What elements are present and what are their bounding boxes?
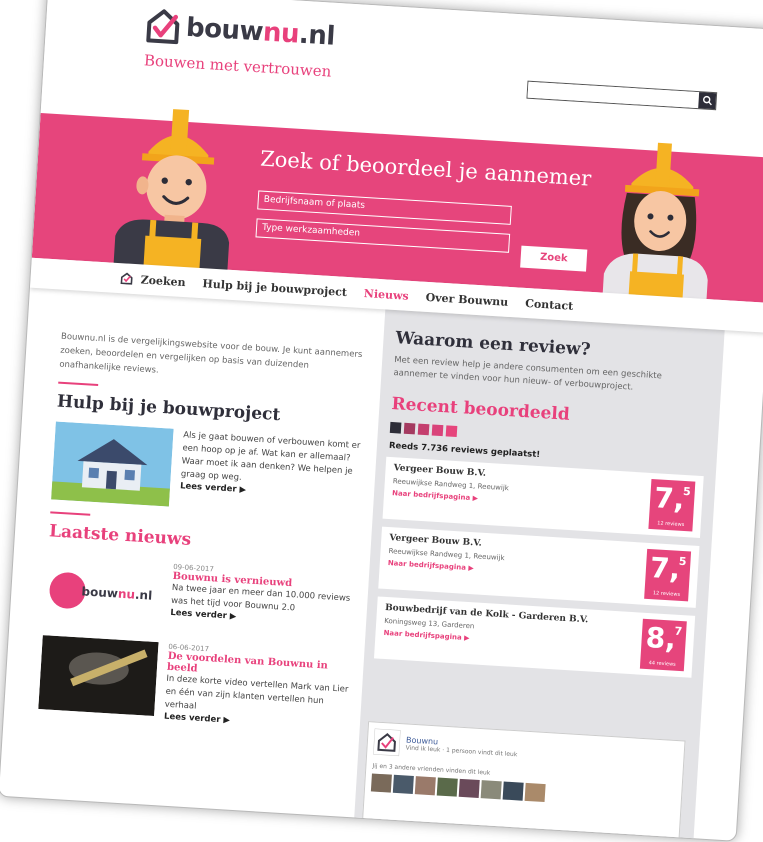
house-check-icon [146,9,180,45]
search-icon [702,95,712,106]
news-text-block: 09-06-2017 Bouwnu is vernieuwd Na twee j… [169,563,357,644]
page-dot[interactable] [417,423,430,436]
page-dot[interactable] [389,421,402,434]
facebook-widget: Bouwnu Vind ik leuk · 1 persoon vindt di… [361,721,686,842]
work-type-input[interactable]: Type werkzaamheden [255,218,511,253]
page-dot[interactable] [431,424,444,437]
company-name[interactable]: Vergeer Bouw B.V. [389,533,482,549]
score-badge: 7, 5 12 reviews [644,548,692,602]
site-search [526,80,718,111]
score-integer: 7, [649,551,682,586]
female-worker-illustration [602,142,708,300]
tagline: Bouwen met vertrouwen [143,51,332,81]
logo-name-tld: .nl [298,19,336,52]
right-column: Waarom een review? Met een review help j… [353,309,725,842]
microphone-thumbnail [38,635,159,717]
friend-avatar[interactable] [436,777,458,797]
news-item[interactable]: bouwnu.nl 09-06-2017 Bouwnu is vernieuwd… [43,555,357,644]
logo-name-accent: nu [262,17,300,50]
male-worker-illustration [113,109,230,271]
review-card[interactable]: Vergeer Bouw B.V. Reeuwijkse Randweg 1, … [378,526,700,608]
review-card[interactable]: Bouwbedrijf van de Kolk - Garderen B.V. … [373,596,696,678]
company-search-input[interactable]: Bedrijfsnaam of plaats [257,190,512,225]
zoek-button[interactable]: Zoek [520,245,588,272]
bouwnu-news-thumbnail: bouwnu.nl [43,555,164,633]
help-block: Als je gaat bouwen of verbouwen komt er … [51,421,365,518]
friend-avatar[interactable] [370,773,392,793]
page-dot[interactable] [403,422,416,435]
search-button[interactable] [698,92,717,110]
nav-over-bouwnu[interactable]: Over Bouwnu [425,290,508,308]
logo[interactable]: bouwnu.nl [145,7,336,54]
friend-avatar[interactable] [414,776,436,796]
news-item[interactable]: 06-06-2017 De voordelen van Bouwnu in be… [38,635,352,733]
score-integer: 7, [653,481,686,516]
review-card[interactable]: Vergeer Bouw B.V. Reeuwijkse Randweg 1, … [382,456,704,539]
friend-avatar[interactable] [502,781,524,801]
page-dot[interactable] [445,425,458,437]
friend-avatar[interactable] [480,780,502,800]
nav-nieuws[interactable]: Nieuws [364,287,410,303]
friend-avatar[interactable] [524,782,546,803]
nav-zoeken[interactable]: Zoeken [140,273,186,289]
divider [58,381,99,387]
company-page-link[interactable]: Naar bedrijfspagina ▶ [392,489,478,502]
intro-text: Bouwnu.nl is de vergelijkingswebsite voo… [59,331,363,376]
left-column: Bouwnu.nl is de vergelijkingswebsite voo… [38,290,373,733]
main-content: Bouwnu.nl is de vergelijkingswebsite voo… [0,288,763,842]
logo-name-main: bouw [185,12,264,48]
logo-text: bouwnu.nl [185,13,335,52]
nav-hulp[interactable]: Hulp bij je bouwproject [202,277,347,299]
score-decimal: 7 [674,624,683,639]
score-label: 12 reviews [652,590,681,598]
house-illustration [51,421,174,507]
score-badge: 7, 5 12 reviews [648,478,696,532]
company-page-link[interactable]: Naar bedrijfspagina ▶ [383,629,469,642]
score-label: 44 reviews [648,660,676,668]
friend-avatar[interactable] [458,778,480,799]
friend-avatar[interactable] [392,774,414,794]
hero-title: Zoek of beoordeel je aannemer [259,146,592,191]
news-text-block: 06-06-2017 De voordelen van Bouwnu in be… [164,643,352,733]
score-decimal: 5 [682,484,692,499]
company-address: Koningsweg 13, Garderen [384,616,475,631]
score-decimal: 5 [678,554,687,569]
help-text-block: Als je gaat bouwen of verbouwen komt er … [179,429,363,518]
fb-page-info: Bouwnu Vind ik leuk · 1 persoon vindt di… [405,735,518,758]
house-check-icon[interactable] [120,272,133,285]
nav-contact[interactable]: Contact [525,296,574,312]
divider [50,511,91,516]
score-badge: 8, 7 44 reviews [639,618,687,672]
fb-like-button[interactable]: Vind ik leuk [405,744,440,753]
company-page-link[interactable]: Naar bedrijfspagina ▶ [388,559,474,572]
webpage-screenshot: bouwnu.nl Bouwen met vertrouwen Zoek of … [0,0,763,842]
score-integer: 8, [644,620,677,656]
company-name[interactable]: Vergeer Bouw B.V. [393,463,486,479]
search-input[interactable] [527,81,700,109]
bouwnu-avatar[interactable] [373,728,401,757]
score-label: 12 reviews [657,520,685,529]
news-heading: Laatste nieuws [48,521,192,550]
